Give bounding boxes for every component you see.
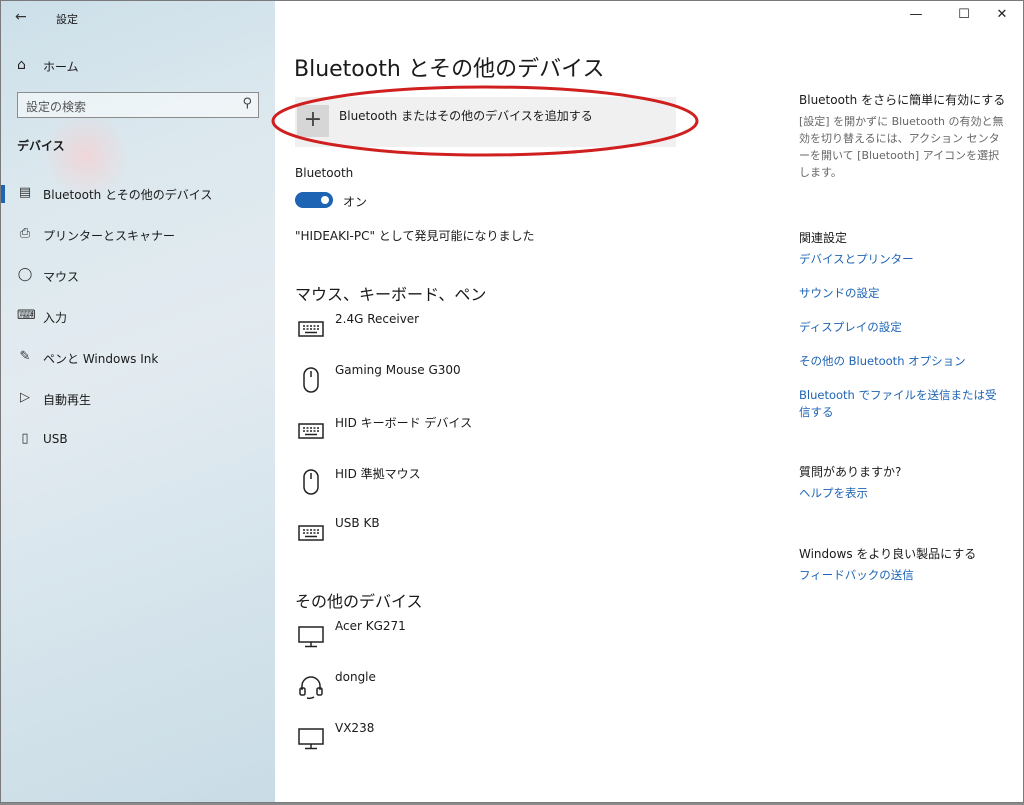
sidebar-item-label: プリンターとスキャナー	[43, 229, 176, 243]
main-content: — ☐ ✕ Bluetooth とその他のデバイス + Bluetooth また…	[271, 1, 1023, 802]
discoverable-text: "HIDEAKI-PC" として発見可能になりました	[295, 229, 535, 243]
device-item[interactable]: dongle	[295, 670, 695, 710]
device-item[interactable]: 2.4G Receiver	[295, 312, 695, 352]
sidebar-item-autoplay[interactable]: ▷ 自動再生	[1, 382, 275, 416]
search-icon: ⚲	[242, 96, 252, 111]
bluetooth-state: オン	[343, 195, 368, 209]
device-name: dongle	[335, 670, 376, 684]
device-item[interactable]: USB KB	[295, 516, 695, 556]
device-name: HID 準拠マウス	[335, 467, 421, 481]
monitor-icon	[298, 626, 324, 648]
link-bluetooth-file-transfer[interactable]: Bluetooth でファイルを送信または受信する	[799, 387, 1004, 421]
toggle-knob	[321, 196, 329, 204]
sidebar-item-label: ペンと Windows Ink	[43, 352, 159, 366]
home-link[interactable]: ホーム	[43, 58, 79, 75]
page-title: Bluetooth とその他のデバイス	[294, 57, 605, 82]
related-settings-title: 関連設定	[799, 231, 848, 245]
device-item[interactable]: VX238	[295, 721, 695, 761]
tip-body: [設定] を開かずに Bluetooth の有効と無効を切り替えるには、アクショ…	[799, 115, 1004, 179]
monitor-icon	[298, 728, 324, 750]
tip-title: Bluetooth をさらに簡単に有効にする	[799, 93, 1006, 107]
improve-title: Windows をより良い製品にする	[799, 547, 977, 561]
bluetooth-label: Bluetooth	[295, 166, 354, 180]
annotation-ellipse	[271, 85, 699, 157]
close-button[interactable]: ✕	[987, 7, 1017, 22]
sidebar: ← 設定 ⌂ ホーム 設定の検索 ⚲ デバイス ▤ Bluetooth とその他…	[1, 1, 275, 802]
home-icon[interactable]: ⌂	[17, 57, 26, 73]
sidebar-item-label: Bluetooth とその他のデバイス	[43, 188, 213, 202]
keyboard-icon	[298, 525, 324, 541]
device-name: HID キーボード デバイス	[335, 416, 473, 430]
device-name: VX238	[335, 721, 375, 735]
pen-icon: ✎	[19, 349, 31, 364]
section-label: デバイス	[17, 139, 65, 153]
device-name: 2.4G Receiver	[335, 312, 420, 326]
device-item[interactable]: Acer KG271	[295, 619, 695, 659]
headset-icon	[299, 676, 323, 700]
keyboard-icon: ⌨	[17, 308, 36, 323]
maximize-button[interactable]: ☐	[949, 7, 979, 22]
sidebar-item-label: USB	[43, 432, 68, 446]
settings-search-input[interactable]: 設定の検索 ⚲	[17, 92, 259, 118]
search-placeholder: 設定の検索	[26, 100, 87, 114]
usb-icon: ▯	[21, 431, 29, 446]
back-arrow-icon[interactable]: ←	[15, 9, 27, 25]
minimize-button[interactable]: —	[901, 7, 931, 22]
feedback-link[interactable]: フィードバックの送信	[799, 567, 1004, 584]
sidebar-item-pen[interactable]: ✎ ペンと Windows Ink	[1, 341, 275, 375]
device-item[interactable]: Gaming Mouse G300	[295, 363, 695, 403]
device-name: Gaming Mouse G300	[335, 363, 461, 377]
help-link[interactable]: ヘルプを表示	[799, 485, 1004, 502]
printer-icon: ⎙	[19, 226, 31, 241]
keyboard-icon	[298, 321, 324, 337]
other-section-title: その他のデバイス	[295, 592, 423, 611]
sidebar-item-input[interactable]: ⌨ 入力	[1, 300, 275, 334]
sidebar-item-label: 自動再生	[43, 393, 92, 407]
sidebar-item-usb[interactable]: ▯ USB	[1, 423, 275, 457]
sidebar-item-bluetooth[interactable]: ▤ Bluetooth とその他のデバイス	[1, 177, 275, 211]
autoplay-icon: ▷	[20, 390, 30, 405]
mouse-icon	[303, 367, 319, 393]
link-devices-printers[interactable]: デバイスとプリンター	[799, 251, 1004, 268]
sidebar-item-label: マウス	[43, 270, 80, 284]
bluetooth-toggle[interactable]	[295, 192, 333, 208]
sidebar-item-printers[interactable]: ⎙ プリンターとスキャナー	[1, 218, 275, 252]
mouse-icon	[303, 469, 319, 495]
bluetooth-devices-icon: ▤	[18, 185, 32, 200]
link-sound-settings[interactable]: サウンドの設定	[799, 285, 1004, 302]
sidebar-item-label: 入力	[43, 311, 68, 325]
mouse-icon: ◯	[17, 267, 33, 282]
keyboard-icon	[298, 423, 324, 439]
device-item[interactable]: HID キーボード デバイス	[295, 414, 695, 454]
device-name: Acer KG271	[335, 619, 406, 633]
device-name: USB KB	[335, 516, 380, 530]
settings-window: ← 設定 ⌂ ホーム 設定の検索 ⚲ デバイス ▤ Bluetooth とその他…	[0, 0, 1024, 803]
question-title: 質問がありますか?	[799, 465, 902, 479]
sidebar-item-mouse[interactable]: ◯ マウス	[1, 259, 275, 293]
window-title: 設定	[56, 13, 78, 26]
link-display-settings[interactable]: ディスプレイの設定	[799, 319, 1004, 336]
device-item[interactable]: HID 準拠マウス	[295, 465, 695, 505]
link-more-bluetooth-options[interactable]: その他の Bluetooth オプション	[799, 353, 1004, 370]
input-section-title: マウス、キーボード、ペン	[295, 285, 487, 304]
